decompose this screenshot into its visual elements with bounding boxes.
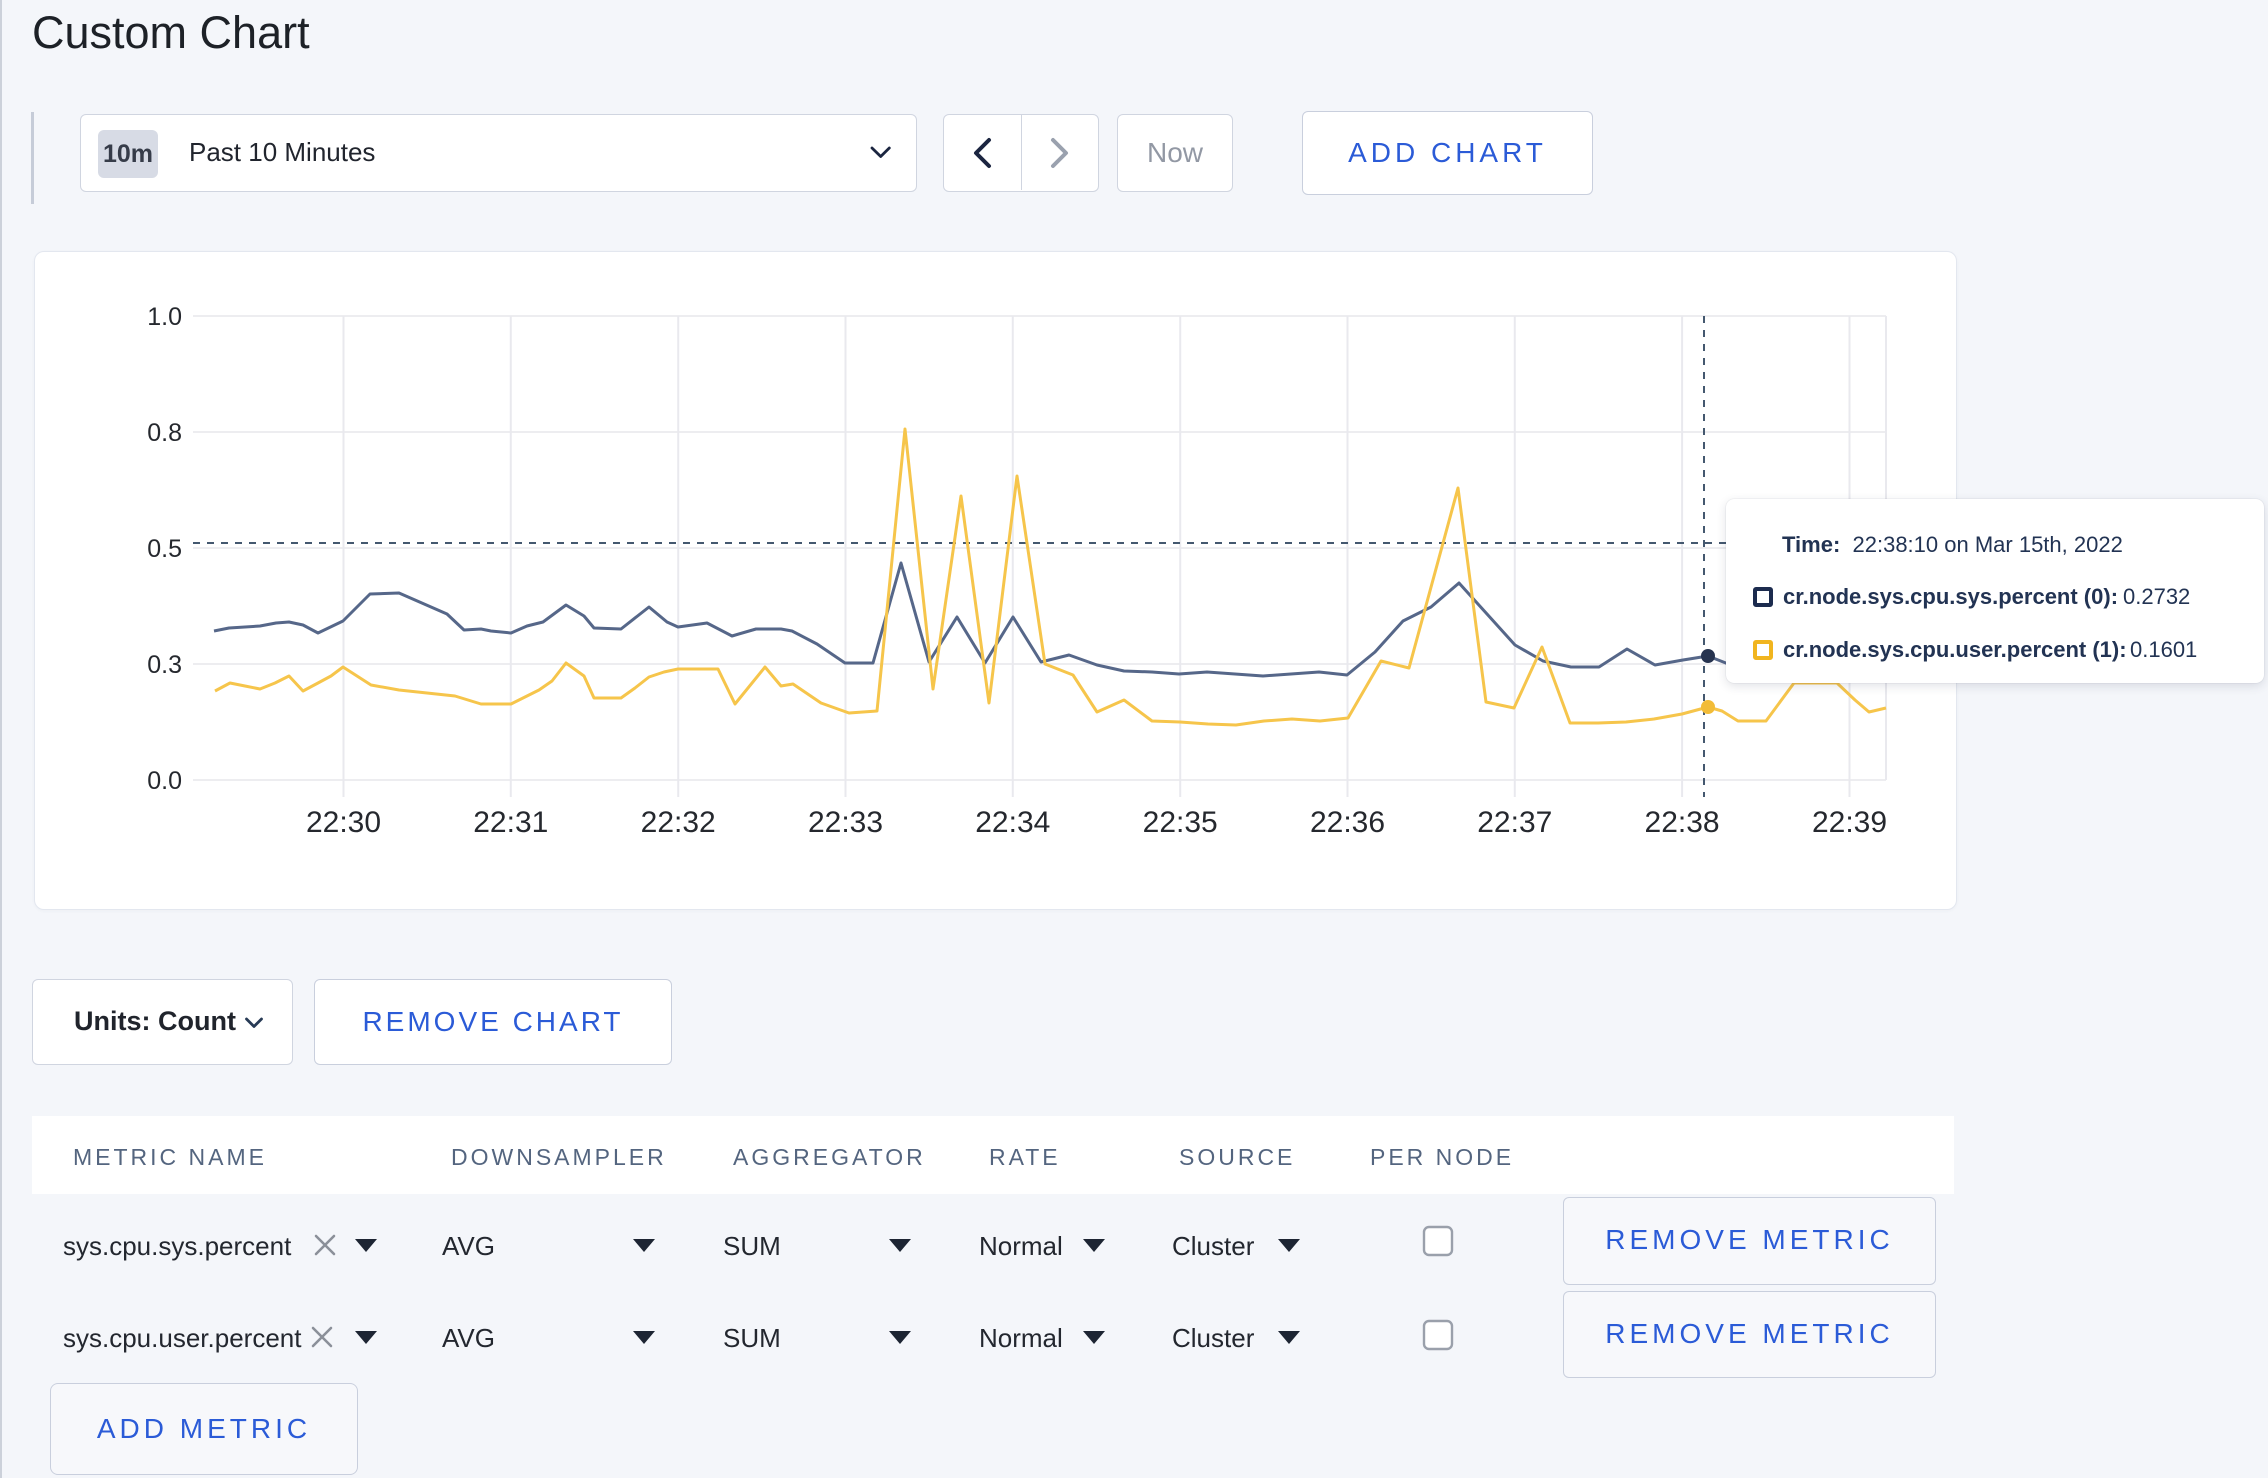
svg-text:0.0: 0.0 [147, 767, 182, 795]
svg-text:22:31: 22:31 [473, 806, 548, 839]
svg-text:22:32: 22:32 [641, 806, 716, 839]
svg-text:22:36: 22:36 [1310, 806, 1385, 839]
svg-text:1.0: 1.0 [147, 303, 182, 331]
svg-text:22:30: 22:30 [306, 806, 381, 839]
svg-text:22:35: 22:35 [1143, 806, 1218, 839]
svg-text:0.8: 0.8 [147, 419, 182, 447]
svg-text:22:34: 22:34 [975, 806, 1050, 839]
svg-text:22:39: 22:39 [1812, 806, 1887, 839]
svg-text:22:37: 22:37 [1477, 806, 1552, 839]
svg-text:22:33: 22:33 [808, 806, 883, 839]
svg-text:22:38: 22:38 [1645, 806, 1720, 839]
svg-text:0.3: 0.3 [147, 651, 182, 679]
svg-text:0.5: 0.5 [147, 535, 182, 563]
